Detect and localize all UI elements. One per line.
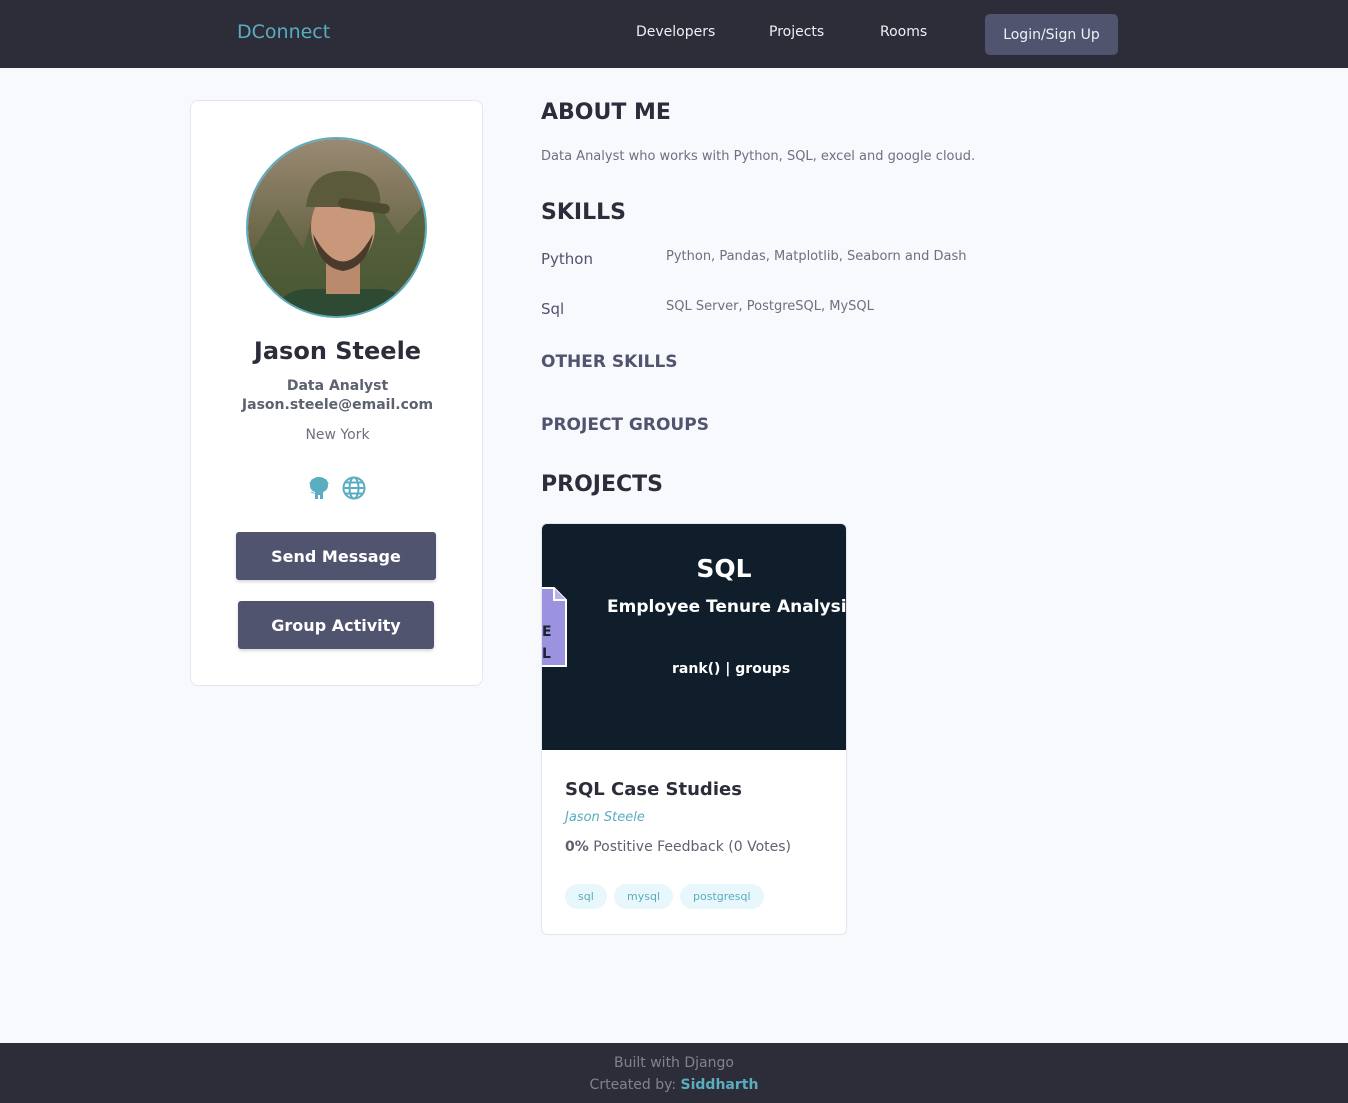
about-text: Data Analyst who works with Python, SQL,… — [541, 149, 976, 164]
project-tag[interactable]: sql — [565, 884, 607, 909]
skill-name: Sql — [541, 300, 565, 318]
profile-role: Data Analyst — [286, 378, 389, 394]
nav-developers[interactable]: Developers — [636, 24, 715, 40]
file-icon: L E — [542, 587, 567, 667]
profile-name: Jason Steele — [253, 337, 422, 365]
project-card[interactable]: L E SQL Employee Tenure Analysis rank() … — [541, 523, 847, 935]
feedback-text: Postitive Feedback (0 Votes) — [593, 839, 791, 855]
skill-name: Python — [541, 250, 593, 268]
footer-created-prefix: Crteated by: — [589, 1077, 677, 1093]
github-icon[interactable] — [306, 475, 332, 501]
footer-author-link[interactable]: Siddharth — [681, 1077, 759, 1093]
projects-heading: PROJECTS — [541, 472, 663, 497]
project-feedback: 0% Postitive Feedback (0 Votes) — [565, 839, 791, 855]
thumbnail-title: SQL — [696, 554, 752, 583]
skill-description: SQL Server, PostgreSQL, MySQL — [666, 299, 874, 314]
svg-text:L: L — [542, 646, 551, 662]
svg-text:E: E — [542, 624, 552, 640]
about-heading: ABOUT ME — [541, 100, 671, 125]
globe-icon[interactable] — [341, 475, 367, 501]
project-thumbnail[interactable]: L E SQL Employee Tenure Analysis rank() … — [542, 524, 847, 750]
project-tag[interactable]: mysql — [614, 884, 673, 909]
skills-heading: SKILLS — [541, 200, 626, 225]
project-groups-heading: PROJECT GROUPS — [541, 415, 709, 435]
top-navbar: DConnect Developers Projects Rooms Login… — [0, 0, 1348, 68]
profile-location: New York — [305, 427, 370, 443]
other-skills-heading: OTHER SKILLS — [541, 352, 678, 372]
footer-created-by: Crteated by: Siddharth — [0, 1077, 1348, 1093]
footer-built-with: Built with Django — [614, 1055, 734, 1071]
skill-description: Python, Pandas, Matplotlib, Seaborn and … — [666, 249, 967, 264]
avatar — [246, 137, 427, 318]
send-message-button[interactable]: Send Message — [236, 532, 436, 580]
project-author[interactable]: Jason Steele — [565, 810, 645, 825]
feedback-percent: 0% — [565, 839, 589, 855]
group-activity-button[interactable]: Group Activity — [238, 601, 434, 649]
project-tag[interactable]: postgresql — [680, 884, 764, 909]
thumbnail-tags: rank() | groups — [672, 661, 791, 677]
footer: Built with Django Crteated by: Siddharth — [0, 1043, 1348, 1103]
logo[interactable]: DConnect — [237, 21, 330, 43]
nav-rooms[interactable]: Rooms — [880, 24, 927, 40]
project-title[interactable]: SQL Case Studies — [565, 779, 742, 800]
profile-card: Jason Steele Data Analyst Jason.steele@e… — [190, 100, 483, 686]
thumbnail-subtitle: Employee Tenure Analysis — [607, 597, 847, 617]
nav-projects[interactable]: Projects — [769, 24, 824, 40]
login-signup-button[interactable]: Login/Sign Up — [985, 14, 1118, 55]
profile-email: Jason.steele@email.com — [241, 397, 434, 413]
